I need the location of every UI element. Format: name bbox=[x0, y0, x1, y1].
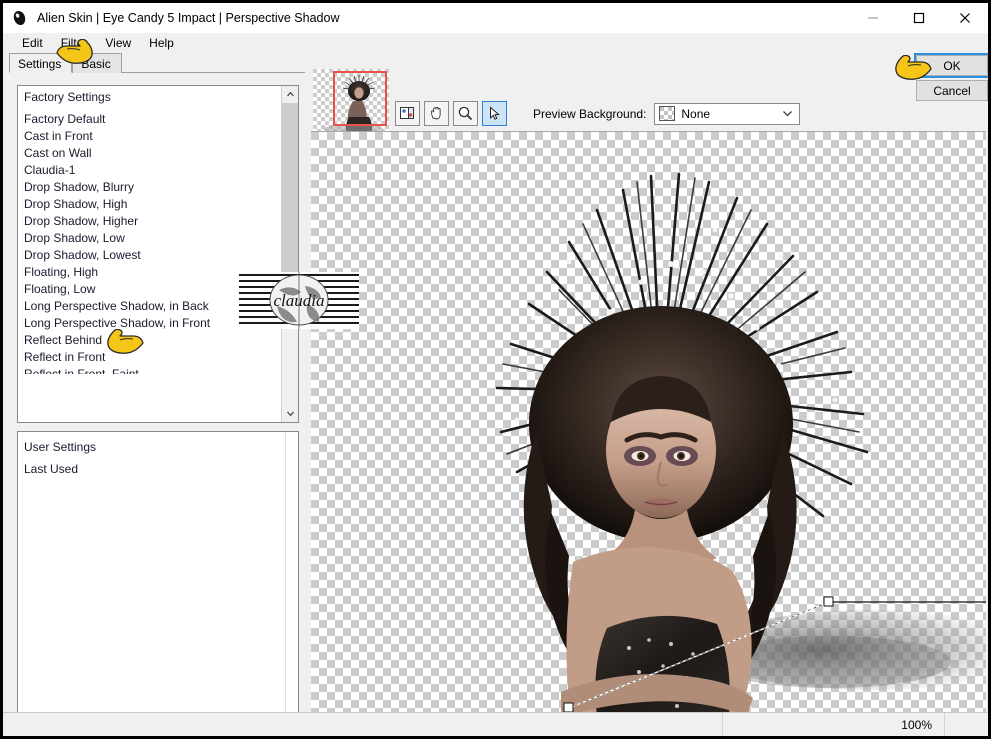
preview-background-label: Preview Background: bbox=[533, 106, 647, 121]
list-item-label: Claudia-1 bbox=[24, 163, 76, 177]
maximize-button[interactable] bbox=[896, 3, 942, 33]
scroll-up-arrow-icon[interactable] bbox=[282, 86, 298, 103]
list-item-label: Drop Shadow, Blurry bbox=[24, 180, 135, 194]
menu-item-edit[interactable]: Edit bbox=[13, 35, 52, 51]
list-item[interactable]: Long Perspective Shadow, in Back bbox=[18, 298, 288, 315]
preview-background-select[interactable]: None bbox=[654, 102, 801, 125]
title-bar: Alien Skin | Eye Candy 5 Impact | Perspe… bbox=[3, 3, 988, 33]
list-item[interactable]: Cast on Wall bbox=[18, 145, 288, 162]
factory-presets-group-header: Factory Settings bbox=[18, 88, 288, 105]
preview-canvas[interactable] bbox=[311, 131, 986, 715]
tab-strip: Settings Basic bbox=[9, 53, 122, 73]
user-presets-group-header: User Settings bbox=[18, 438, 283, 455]
status-message bbox=[3, 713, 723, 736]
list-item-label: Long Perspective Shadow, in Back bbox=[24, 299, 209, 313]
status-resize-grip bbox=[945, 713, 988, 736]
list-item-label: Drop Shadow, Low bbox=[24, 231, 125, 245]
list-item-label: User Settings bbox=[24, 440, 97, 454]
status-bar: 100% bbox=[3, 712, 988, 736]
list-item-label: Drop Shadow, High bbox=[24, 197, 128, 211]
compare-preview-icon[interactable] bbox=[395, 101, 420, 126]
eye-candy-dialog-window: Alien Skin | Eye Candy 5 Impact | Perspe… bbox=[0, 0, 991, 739]
menu-item-filter[interactable]: Filter bbox=[52, 35, 97, 51]
list-item-label: Cast on Wall bbox=[24, 146, 92, 160]
list-item[interactable]: Claudia-1 bbox=[18, 162, 288, 179]
menu-bar: Edit Filter View Help bbox=[3, 33, 988, 53]
list-item[interactable]: Reflect in Front, Faint bbox=[18, 366, 288, 374]
zoom-magnifier-icon[interactable] bbox=[453, 101, 478, 126]
list-item-label: Reflect in Front, Faint bbox=[24, 367, 139, 374]
list-item[interactable]: Long Perspective Shadow, in Front bbox=[18, 315, 288, 332]
list-item-label: Cast in Front bbox=[24, 129, 93, 143]
shadow-end-handle bbox=[823, 596, 834, 607]
shadow-origin-handle bbox=[563, 702, 574, 713]
list-item[interactable]: Factory Default bbox=[18, 111, 288, 128]
user-preset-list[interactable]: User Settings Last Used bbox=[17, 431, 299, 719]
menu-item-view[interactable]: View bbox=[96, 35, 140, 51]
list-item[interactable]: Drop Shadow, Low bbox=[18, 230, 288, 247]
preview-background-value: None bbox=[681, 106, 711, 121]
scroll-down-arrow-icon[interactable] bbox=[282, 405, 298, 422]
list-item-label: Floating, Low bbox=[24, 282, 96, 296]
preview-toolbar: Preview Background: None bbox=[395, 101, 801, 126]
menu-item-help[interactable]: Help bbox=[140, 35, 183, 51]
user-list-scrollbar[interactable] bbox=[285, 432, 298, 718]
ok-button[interactable]: OK bbox=[914, 53, 988, 78]
zoom-level-indicator: 100% bbox=[723, 713, 945, 736]
factory-preset-list[interactable]: Factory Settings Factory Default Cast in F… bbox=[17, 85, 299, 423]
list-item-label: Long Perspective Shadow, in Front bbox=[24, 316, 211, 330]
window-title: Alien Skin | Eye Candy 5 Impact | Perspe… bbox=[37, 11, 340, 25]
list-item-label: Drop Shadow, Higher bbox=[24, 214, 139, 228]
list-item[interactable]: Floating, High bbox=[18, 264, 288, 281]
list-item[interactable]: Floating, Low bbox=[18, 281, 288, 298]
navigator-thumbnail[interactable] bbox=[313, 69, 389, 131]
hand-pan-icon[interactable] bbox=[424, 101, 449, 126]
list-item[interactable]: Drop Shadow, High bbox=[18, 196, 288, 213]
list-item[interactable]: Drop Shadow, Blurry bbox=[18, 179, 288, 196]
list-item-label: Reflect Behind bbox=[24, 333, 103, 347]
window-controls bbox=[850, 3, 988, 33]
list-item-label: Factory Default bbox=[24, 112, 106, 126]
list-item-label: Drop Shadow, Lowest bbox=[24, 248, 141, 262]
tab-basic[interactable]: Basic bbox=[72, 53, 122, 73]
list-item-label: Factory Settings bbox=[24, 90, 111, 104]
preview-panel: Preview Background: None bbox=[311, 53, 988, 715]
scrollbar-thumb[interactable] bbox=[282, 103, 298, 303]
list-item[interactable]: Drop Shadow, Higher bbox=[18, 213, 288, 230]
list-item[interactable]: Reflect Behind bbox=[18, 332, 288, 349]
cancel-button[interactable]: Cancel bbox=[916, 80, 988, 101]
list-item-label: Floating, High bbox=[24, 265, 99, 279]
list-item-label: Last Used bbox=[24, 462, 79, 476]
minimize-button[interactable] bbox=[850, 3, 896, 33]
preset-list-scrollbar[interactable] bbox=[281, 86, 298, 422]
list-item-label: Reflect in Front bbox=[24, 350, 106, 364]
alien-skin-logo-icon bbox=[7, 5, 33, 31]
list-item[interactable]: Reflect in Front bbox=[18, 349, 288, 366]
close-button[interactable] bbox=[942, 3, 988, 33]
list-item[interactable]: Last Used bbox=[18, 461, 283, 478]
tab-settings[interactable]: Settings bbox=[9, 53, 73, 73]
list-item[interactable]: Cast in Front bbox=[18, 128, 288, 145]
chevron-down-icon[interactable] bbox=[782, 108, 793, 122]
checkerboard-swatch-icon bbox=[659, 106, 676, 121]
settings-panel: Settings Basic Factory Settings Factory D… bbox=[3, 53, 311, 736]
arrow-select-icon[interactable] bbox=[482, 101, 507, 126]
list-item[interactable]: Drop Shadow, Lowest bbox=[18, 247, 288, 264]
